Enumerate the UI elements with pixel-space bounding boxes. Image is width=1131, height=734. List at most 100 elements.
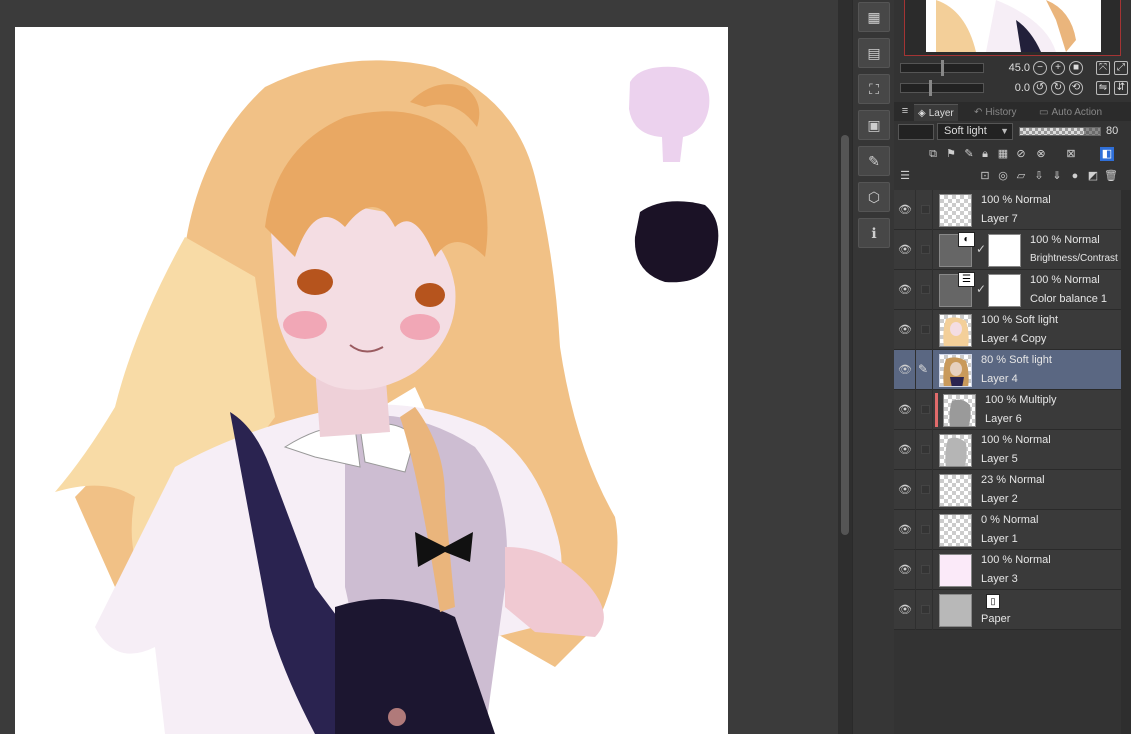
flip-horizontal-icon[interactable]: ⇋ (1096, 81, 1110, 95)
mask-enable-icon[interactable]: ⊘ (1014, 147, 1028, 161)
edit-toggle[interactable] (915, 310, 933, 350)
blend-mode-select[interactable]: Soft light ▼ (937, 123, 1013, 140)
opacity-slider[interactable] (1019, 127, 1101, 136)
stop-icon[interactable]: ■ (1069, 61, 1083, 75)
layer-mask-thumbnail[interactable] (988, 274, 1021, 307)
slider-knob[interactable] (929, 80, 932, 96)
layer-list-scrollbar[interactable] (1121, 190, 1131, 734)
edit-toggle[interactable] (915, 510, 933, 550)
layer-row[interactable]: 👁︎ 100 % Normal Layer 5 (894, 430, 1121, 470)
eye-icon[interactable]: 👁︎ (898, 203, 912, 217)
reference-layer-icon[interactable]: ⚑ (944, 147, 958, 161)
ruler-icon[interactable]: ⊠ (1064, 147, 1078, 161)
sub-view-icon[interactable]: ▣ (858, 110, 890, 140)
layer-mask-thumbnail[interactable] (988, 234, 1021, 267)
eye-left (297, 269, 333, 295)
eye-icon[interactable]: 👁︎ (898, 323, 912, 337)
new-folder-icon[interactable]: ▱ (1014, 169, 1028, 183)
edit-toggle[interactable] (915, 470, 933, 510)
eye-icon[interactable]: 👁︎ (898, 523, 912, 537)
canvas-vertical-scrollbar[interactable] (838, 0, 852, 734)
opacity-fill (1084, 128, 1100, 135)
layer-row[interactable]: 👁︎ 0 % Normal Layer 1 (894, 510, 1121, 550)
new-vector-layer-icon[interactable]: ◎ (996, 169, 1010, 183)
rotate-right-icon[interactable]: ↻ (1051, 81, 1065, 95)
zoom-in-icon[interactable]: + (1051, 61, 1065, 75)
material-icon[interactable]: ⬡ (858, 182, 890, 212)
mask-area-icon[interactable]: ⊗ (1034, 147, 1048, 161)
layer-row-paper[interactable]: 👁︎ ▯ Paper (894, 590, 1121, 630)
eye-icon[interactable]: 👁︎ (898, 483, 912, 497)
menu-icon[interactable]: ≡ (898, 104, 912, 118)
reset-rotation-icon[interactable]: ⟲ (1069, 81, 1083, 95)
edit-toggle[interactable]: ✎ (915, 350, 933, 390)
layer-row[interactable]: 👁︎ ☰ ✓ 100 % Normal Color balance 1 (894, 270, 1121, 310)
merge-down-icon[interactable]: ⇓ (1050, 169, 1064, 183)
apply-mask-icon[interactable]: ◩ (1086, 169, 1100, 183)
layer-row[interactable]: 👁︎ 100 % Multiply Layer 6 (894, 390, 1121, 430)
color-slider-palette-icon[interactable]: ▦ (858, 2, 890, 32)
drawing-canvas[interactable] (15, 27, 728, 734)
new-raster-layer-icon[interactable]: ⊡ (978, 169, 992, 183)
eye-icon[interactable]: 👁︎ (898, 443, 912, 457)
trash-icon[interactable]: 🗑︎ (1104, 169, 1118, 183)
draft-layer-icon[interactable]: ✎ (962, 147, 976, 161)
info-icon[interactable]: ℹ (858, 218, 890, 248)
layer-thumbnail (943, 394, 976, 427)
fit-screen-icon[interactable]: ⤧ (1096, 61, 1110, 75)
layer-row[interactable]: 👁︎ 100 % Soft light Layer 4 Copy (894, 310, 1121, 350)
layer-property-icon[interactable]: ⛶ (858, 74, 890, 104)
tab-auto-action[interactable]: ▭ Auto Action (1035, 104, 1106, 121)
zoom-slider[interactable] (900, 60, 984, 76)
flip-vertical-icon[interactable]: ⇵ (1114, 81, 1128, 95)
zoom-out-icon[interactable]: − (1033, 61, 1047, 75)
blend-mode-value: Soft light (944, 125, 987, 137)
layer-row[interactable]: 👁︎ 23 % Normal Layer 2 (894, 470, 1121, 510)
edit-toggle[interactable] (915, 550, 933, 590)
layer-color-icon[interactable]: ◧ (1100, 147, 1114, 161)
canvas-area[interactable] (0, 0, 838, 734)
eye-icon[interactable]: 👁︎ (898, 363, 912, 377)
artwork (55, 60, 719, 734)
eye-icon[interactable]: 👁︎ (898, 403, 912, 417)
edit-toggle[interactable] (915, 190, 933, 230)
clip-to-layer-below-icon[interactable]: ⧉ (926, 147, 940, 161)
edit-toggle[interactable] (915, 590, 933, 630)
actual-size-icon[interactable]: ⤢ (1114, 61, 1128, 75)
property-palette-icon[interactable]: ▤ (858, 38, 890, 68)
rotate-slider[interactable] (900, 80, 984, 96)
pencil-icon: ✎ (918, 362, 929, 376)
eye-icon[interactable]: 👁︎ (898, 243, 912, 257)
slider-knob[interactable] (941, 60, 944, 76)
tab-layer[interactable]: ◈ Layer (914, 104, 958, 121)
layer-list[interactable]: 👁︎ 100 % Normal Layer 7 👁︎ ◐ ✓ 100 % Nor… (894, 190, 1126, 734)
layer-list-icon[interactable]: ☰ (898, 169, 912, 183)
contrast-icon: ◐ (958, 232, 975, 247)
edit-toggle[interactable] (915, 270, 933, 310)
edit-toggle[interactable] (915, 230, 933, 270)
edit-toggle[interactable] (915, 390, 933, 430)
layer-options-row: ⧉ ⚑ ✎ 🔒︎ ▦ ⊘ ⊗ ⊠ ◧ (894, 144, 1131, 164)
layer-name: Brightness/Contrast 1 (1030, 253, 1127, 264)
layer-frame-select[interactable] (898, 124, 934, 140)
eye-icon[interactable]: 👁︎ (898, 283, 912, 297)
layer-thumbnail (939, 434, 972, 467)
tab-history[interactable]: ↶ History (970, 104, 1021, 121)
lock-icon[interactable]: 🔒︎ (978, 147, 992, 161)
navigator-preview[interactable] (904, 0, 1121, 56)
layer-row[interactable]: 👁︎ 100 % Normal Layer 7 (894, 190, 1121, 230)
layer-row[interactable]: 👁︎ 100 % Normal Layer 3 (894, 550, 1121, 590)
layer-row[interactable]: 👁︎ ◐ ✓ 100 % Normal Brightness/Contrast … (894, 230, 1126, 270)
rotate-left-icon[interactable]: ↺ (1033, 81, 1047, 95)
edit-toggle[interactable] (915, 430, 933, 470)
create-mask-icon[interactable]: ● (1068, 169, 1082, 183)
mask-link-icon[interactable]: ✓ (976, 282, 986, 296)
eye-icon[interactable]: 👁︎ (898, 603, 912, 617)
edit-icon[interactable]: ✎ (858, 146, 890, 176)
mask-link-icon[interactable]: ✓ (976, 242, 986, 256)
layer-row-selected[interactable]: 👁︎ ✎ 80 % Soft light Layer 4 (894, 350, 1121, 390)
eye-icon[interactable]: 👁︎ (898, 563, 912, 577)
transfer-down-icon[interactable]: ⇩ (1032, 169, 1046, 183)
lock-transparent-icon[interactable]: ▦ (996, 147, 1010, 161)
scrollbar-thumb[interactable] (841, 135, 849, 535)
